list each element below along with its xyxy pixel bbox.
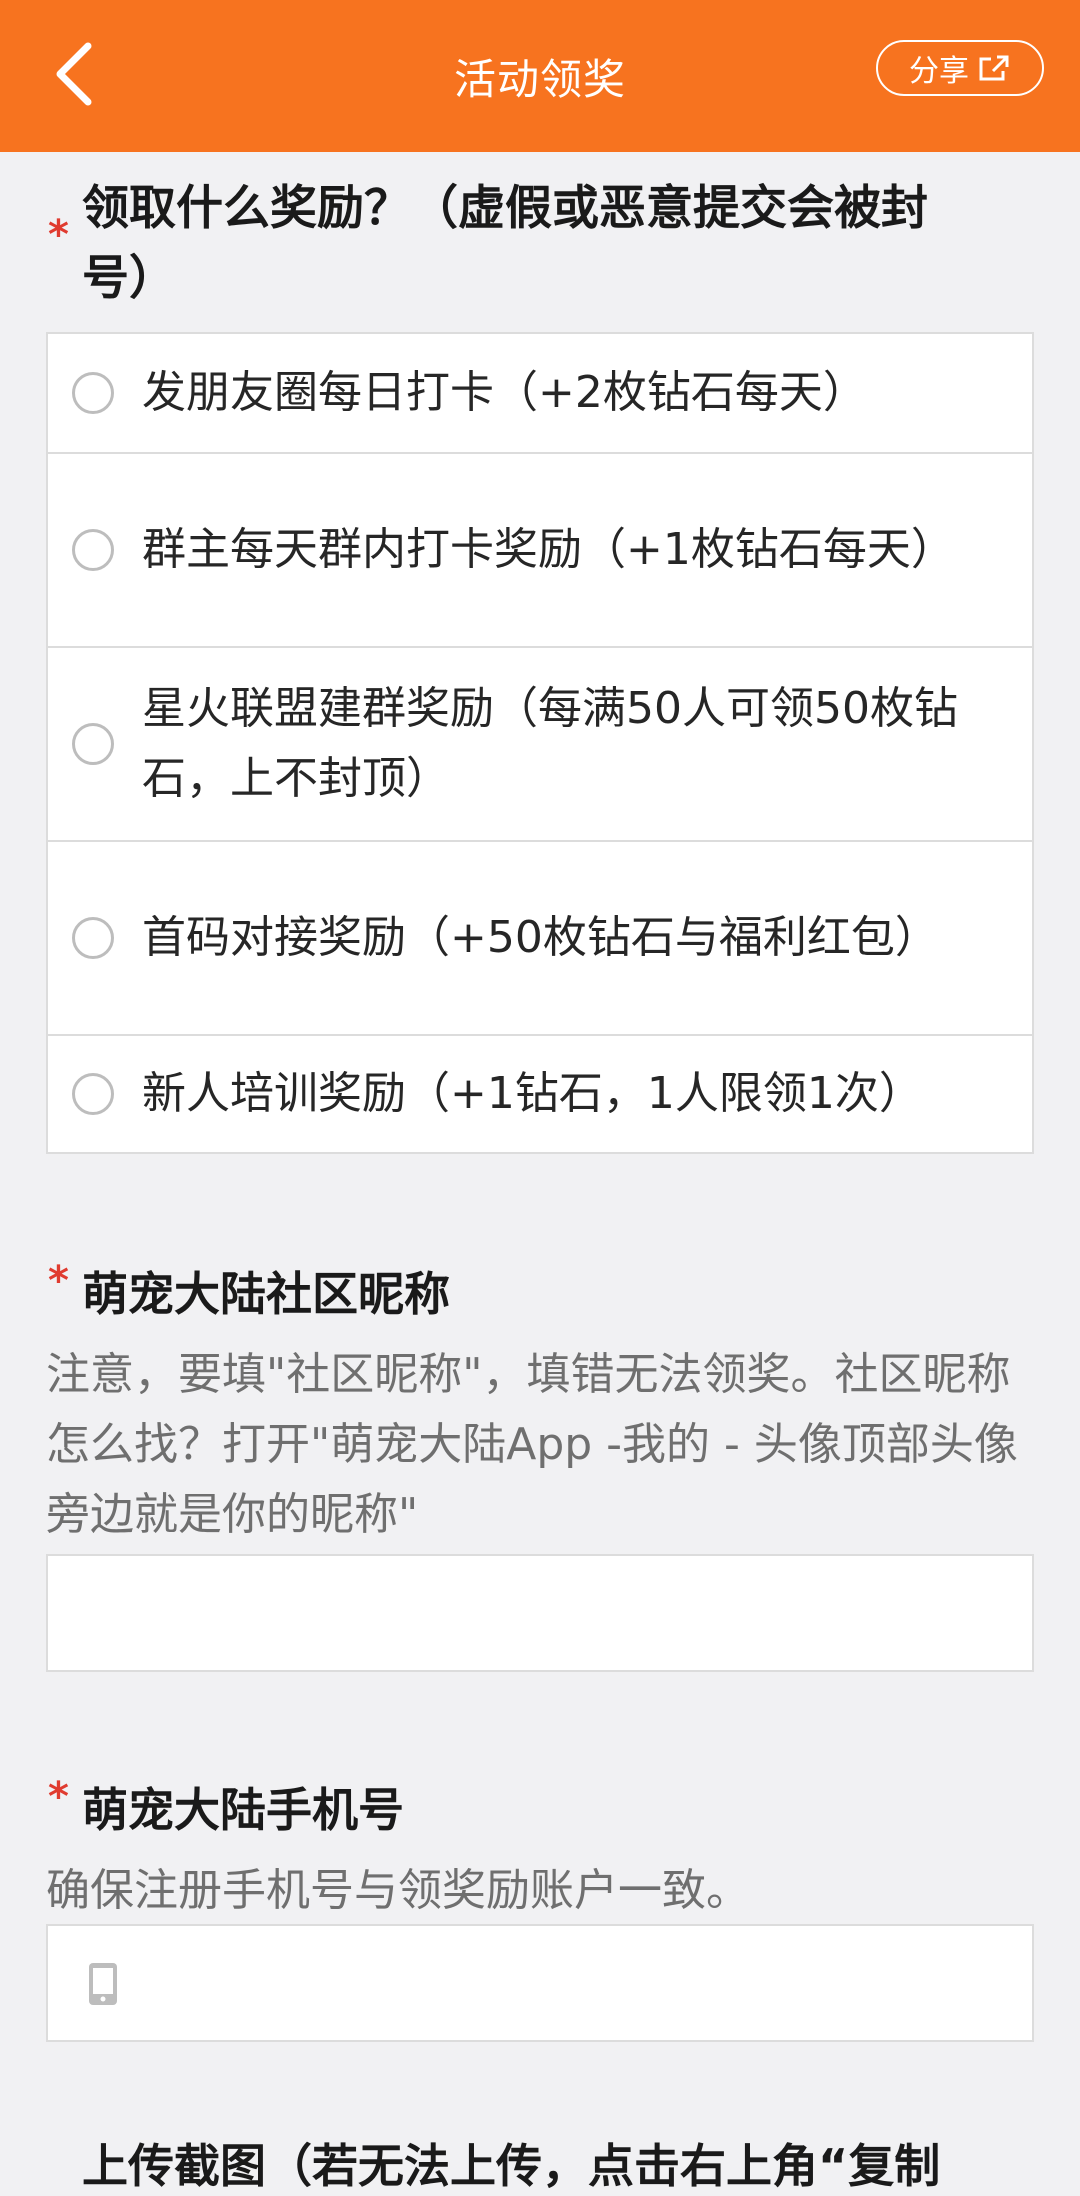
option-label: 星火联盟建群奖励（每满50人可领50枚钻石，上不封顶） — [142, 683, 958, 804]
upload-question-title: 上传截图（若无法上传，点击右上角“复制 — [82, 2139, 941, 2193]
radio-button[interactable] — [72, 1073, 114, 1115]
reward-options: 发朋友圈每日打卡（+2枚钻石每天） 群主每天群内打卡奖励（+1枚钻石每天） 星火… — [46, 332, 1034, 1154]
option-label: 首码对接奖励（+50枚钻石与福利红包） — [142, 912, 939, 963]
radio-button[interactable] — [72, 917, 114, 959]
option-label: 新人培训奖励（+1钻石，1人限领1次） — [142, 1068, 923, 1119]
share-button[interactable]: 分享 — [876, 40, 1044, 96]
reward-option[interactable]: 发朋友圈每日打卡（+2枚钻石每天） — [48, 334, 1032, 452]
chevron-left-icon — [56, 42, 92, 106]
reward-option[interactable]: 新人培训奖励（+1钻石，1人限领1次） — [48, 1034, 1032, 1152]
phone-input[interactable] — [46, 1924, 1034, 2042]
phone-question-title: 萌宠大陆手机号 — [82, 1783, 404, 1837]
phone-description: 确保注册手机号与领奖励账户一致。 — [46, 1865, 750, 1916]
nickname-question-title: 萌宠大陆社区昵称 — [82, 1267, 450, 1321]
reward-option[interactable]: 群主每天群内打卡奖励（+1枚钻石每天） — [48, 452, 1032, 646]
option-label: 群主每天群内打卡奖励（+1枚钻石每天） — [142, 524, 955, 575]
reward-question-title: 领取什么奖励？（虚假或恶意提交会被封号） — [82, 181, 928, 306]
radio-button[interactable] — [72, 529, 114, 571]
nickname-input[interactable] — [46, 1554, 1034, 1672]
external-share-icon — [979, 55, 1009, 81]
radio-button[interactable] — [72, 372, 114, 414]
phone-icon — [89, 1963, 117, 2005]
option-label: 发朋友圈每日打卡（+2枚钻石每天） — [142, 367, 867, 418]
app-header: 活动领奖 分享 — [0, 0, 1080, 152]
required-mark: * — [48, 1774, 69, 1820]
page-title: 活动领奖 — [453, 54, 626, 104]
required-mark: * — [48, 1258, 69, 1304]
required-mark: * — [48, 212, 69, 258]
radio-button[interactable] — [72, 723, 114, 765]
reward-option[interactable]: 星火联盟建群奖励（每满50人可领50枚钻石，上不封顶） — [48, 646, 1032, 840]
share-label: 分享 — [909, 54, 969, 89]
back-button[interactable] — [34, 34, 114, 114]
nickname-description: 注意，要填"社区昵称"，填错无法领奖。社区昵称怎么找？打开"萌宠大陆App -我… — [46, 1349, 1018, 1540]
reward-option[interactable]: 首码对接奖励（+50枚钻石与福利红包） — [48, 840, 1032, 1034]
